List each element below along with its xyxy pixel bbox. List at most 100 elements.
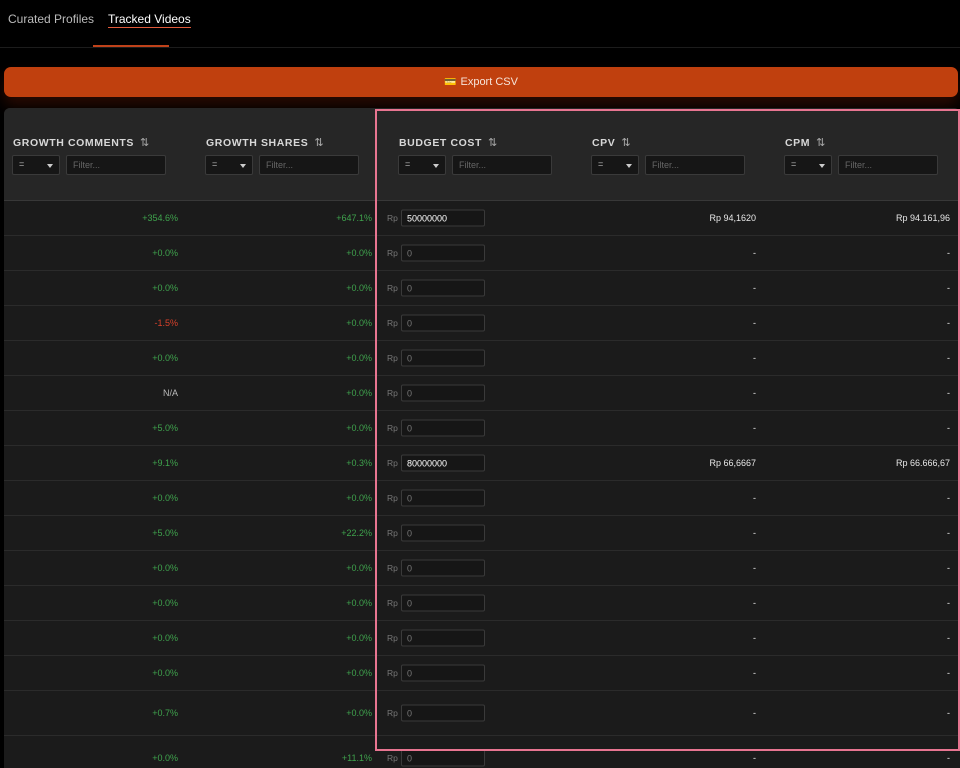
growth-shares-cell: +0.0%: [346, 353, 372, 363]
tab-curated-profiles[interactable]: Curated Profiles: [8, 12, 94, 26]
credit-card-icon: 💳: [444, 76, 457, 88]
sort-icon[interactable]: ⇅: [140, 137, 149, 149]
growth-shares-cell: +0.0%: [346, 493, 372, 503]
export-csv-button[interactable]: 💳 Export CSV: [4, 67, 958, 97]
tab-bar: Curated Profiles Tracked Videos: [0, 0, 960, 48]
cpm-cell: -: [947, 318, 950, 328]
column-title-growth-comments[interactable]: GROWTH COMMENTS ⇅: [13, 136, 149, 149]
budget-cost-input[interactable]: [401, 454, 485, 472]
sort-icon[interactable]: ⇅: [816, 137, 825, 149]
cpm-cell: -: [947, 248, 950, 258]
cpv-cell: -: [753, 283, 756, 293]
filter-input[interactable]: [452, 155, 552, 175]
column-header-cpv: CPV ⇅ =: [583, 108, 776, 201]
table-row: +5.0% +22.2% Rp - -: [4, 516, 960, 551]
table-row: +0.0% +11.1% Rp - -: [4, 736, 960, 768]
filter-operator-select[interactable]: =: [591, 155, 639, 175]
column-header-growth-shares: GROWTH SHARES ⇅ =: [197, 108, 390, 201]
column-title-growth-shares[interactable]: GROWTH SHARES ⇅: [206, 136, 324, 149]
column-title-text: GROWTH SHARES: [206, 137, 309, 149]
filter-operator-select[interactable]: =: [12, 155, 60, 175]
growth-shares-cell: +0.0%: [346, 598, 372, 608]
budget-cost-input[interactable]: [401, 489, 485, 507]
filter-operator-select[interactable]: =: [784, 155, 832, 175]
budget-cost-input[interactable]: [401, 629, 485, 647]
sort-icon[interactable]: ⇅: [621, 137, 630, 149]
cpm-cell: -: [947, 633, 950, 643]
filter-operator-value: =: [598, 159, 604, 169]
growth-comments-cell: +0.0%: [152, 598, 178, 608]
column-title-cpv[interactable]: CPV ⇅: [592, 136, 631, 149]
cpv-cell: -: [753, 528, 756, 538]
table-row: +0.0% +0.0% Rp - -: [4, 551, 960, 586]
budget-cost-input[interactable]: [401, 749, 485, 767]
growth-comments-cell: +0.0%: [152, 283, 178, 293]
cpm-cell: -: [947, 493, 950, 503]
budget-cost-input[interactable]: [401, 244, 485, 262]
growth-comments-cell: +0.0%: [152, 563, 178, 573]
growth-comments-cell: +0.0%: [152, 248, 178, 258]
currency-prefix: Rp: [387, 318, 398, 328]
cpv-cell: -: [753, 248, 756, 258]
table-row: +0.0% +0.0% Rp - -: [4, 656, 960, 691]
tab-active-underline: [108, 27, 191, 28]
cpm-cell: -: [947, 423, 950, 433]
budget-cost-input[interactable]: [401, 279, 485, 297]
table-row: +0.0% +0.0% Rp - -: [4, 341, 960, 376]
cpm-cell: -: [947, 563, 950, 573]
filter-operator-select[interactable]: =: [205, 155, 253, 175]
filter-input[interactable]: [645, 155, 745, 175]
currency-prefix: Rp: [387, 528, 398, 538]
table-row: +5.0% +0.0% Rp - -: [4, 411, 960, 446]
growth-shares-cell: +0.0%: [346, 388, 372, 398]
currency-prefix: Rp: [387, 283, 398, 293]
budget-cost-input[interactable]: [401, 209, 485, 227]
growth-comments-cell: +5.0%: [152, 528, 178, 538]
column-title-budget-cost[interactable]: BUDGET COST ⇅: [399, 136, 497, 149]
budget-cost-input[interactable]: [401, 419, 485, 437]
growth-shares-cell: +22.2%: [341, 528, 372, 538]
cpv-cell: -: [753, 753, 756, 763]
growth-shares-cell: +11.1%: [341, 753, 372, 763]
sort-icon[interactable]: ⇅: [314, 137, 323, 149]
table-header: GROWTH COMMENTS ⇅ = GROWTH SHARES ⇅ = BUDGET C…: [4, 108, 960, 201]
currency-prefix: Rp: [387, 353, 398, 363]
table-row: +0.0% +0.0% Rp - -: [4, 481, 960, 516]
growth-shares-cell: +0.0%: [346, 563, 372, 573]
budget-cost-input[interactable]: [401, 384, 485, 402]
budget-cost-input[interactable]: [401, 524, 485, 542]
sort-icon[interactable]: ⇅: [488, 137, 497, 149]
cpm-cell: -: [947, 353, 950, 363]
growth-comments-cell: +0.0%: [152, 493, 178, 503]
chevron-down-icon: [819, 164, 825, 168]
filter-operator-select[interactable]: =: [398, 155, 446, 175]
budget-cost-input[interactable]: [401, 314, 485, 332]
currency-prefix: Rp: [387, 708, 398, 718]
budget-cost-input[interactable]: [401, 349, 485, 367]
filter-input[interactable]: [259, 155, 359, 175]
currency-prefix: Rp: [387, 753, 398, 763]
tab-tracked-videos[interactable]: Tracked Videos: [108, 12, 191, 28]
growth-shares-cell: +0.0%: [346, 708, 372, 718]
cpv-cell: -: [753, 388, 756, 398]
filter-operator-value: =: [212, 159, 218, 169]
growth-comments-cell: +9.1%: [152, 458, 178, 468]
currency-prefix: Rp: [387, 388, 398, 398]
growth-comments-cell: +0.0%: [152, 633, 178, 643]
budget-cost-input[interactable]: [401, 559, 485, 577]
filter-input[interactable]: [838, 155, 938, 175]
filter-input[interactable]: [66, 155, 166, 175]
column-title-cpm[interactable]: CPM ⇅: [785, 136, 825, 149]
currency-prefix: Rp: [387, 668, 398, 678]
table-row: +354.6% +647.1% Rp Rp 94,1620 Rp 94.161,96: [4, 201, 960, 236]
growth-shares-cell: +0.0%: [346, 668, 372, 678]
cpv-cell: Rp 66,6667: [709, 458, 756, 468]
budget-cost-input[interactable]: [401, 704, 485, 722]
budget-cost-input[interactable]: [401, 664, 485, 682]
table-row: +9.1% +0.3% Rp Rp 66,6667 Rp 66.666,67: [4, 446, 960, 481]
budget-cost-input[interactable]: [401, 594, 485, 612]
column-title-text: GROWTH COMMENTS: [13, 137, 134, 149]
table-row: +0.0% +0.0% Rp - -: [4, 621, 960, 656]
chevron-down-icon: [240, 164, 246, 168]
column-title-text: BUDGET COST: [399, 137, 483, 149]
